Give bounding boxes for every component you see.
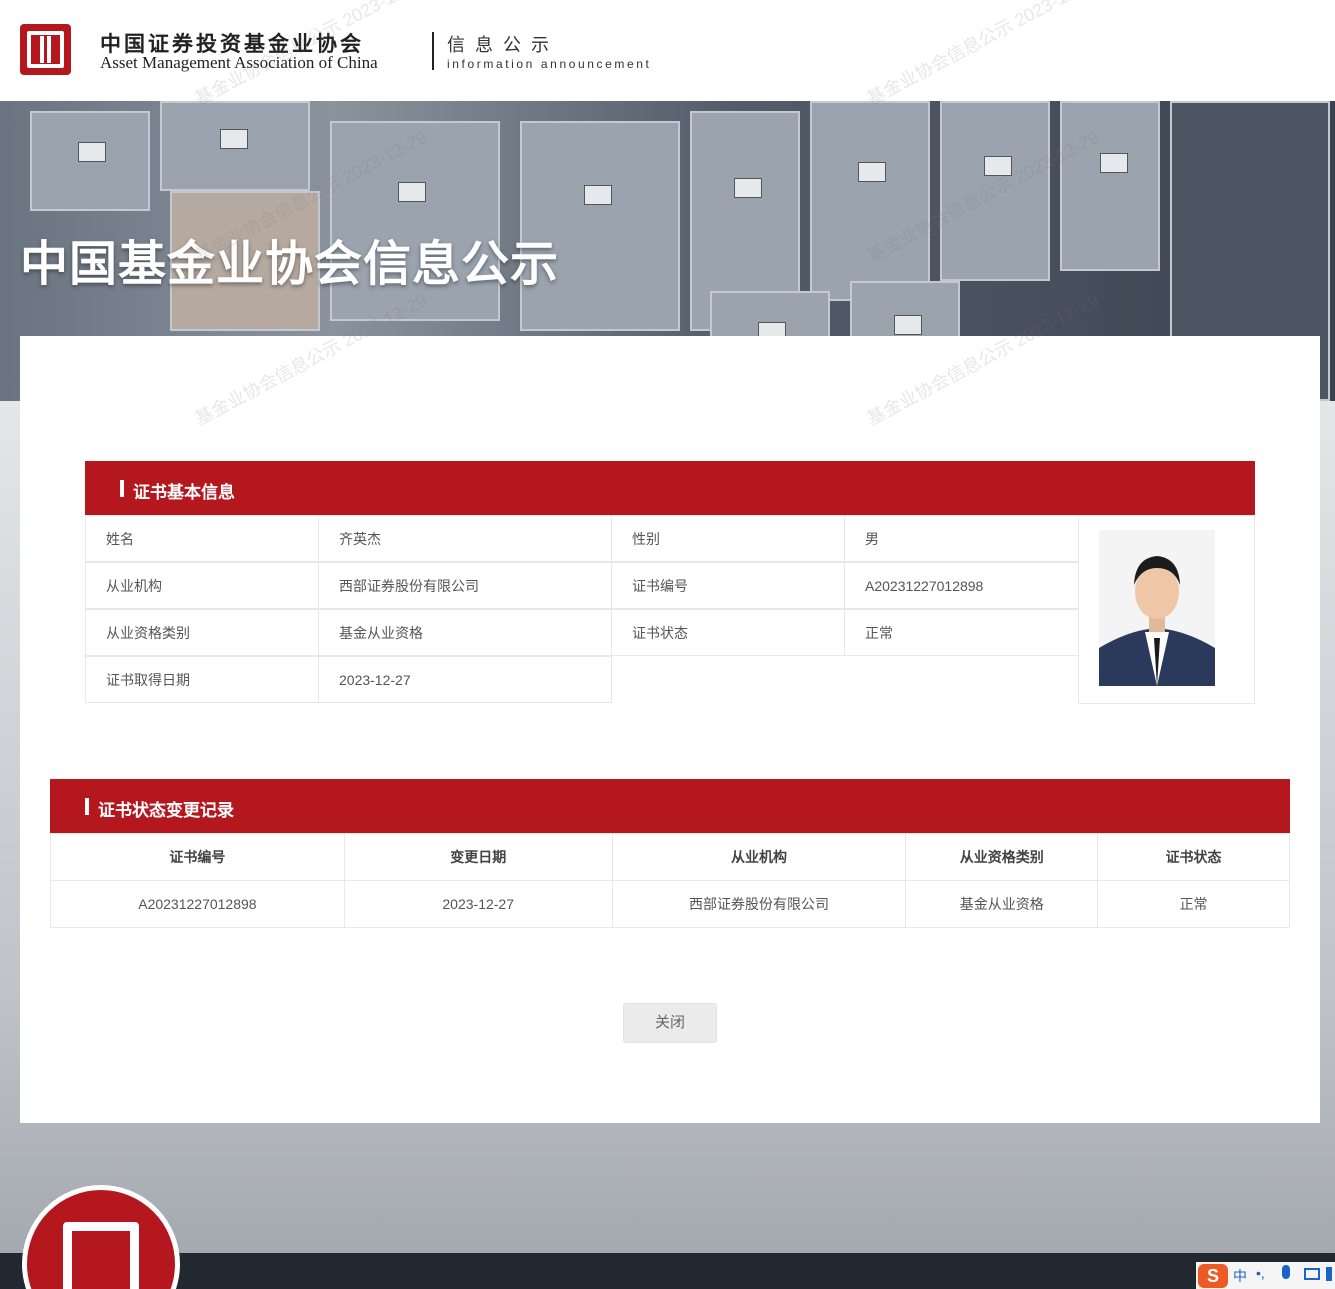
cert-history-header: 证书状态变更记录 xyxy=(50,779,1290,833)
column-header: 变更日期 xyxy=(343,833,613,881)
column-header: 证书状态 xyxy=(1097,833,1290,881)
section-title-cn: 信息公示 xyxy=(447,35,559,55)
value-cert-no: A20231227012898 xyxy=(844,562,1079,609)
sogou-ime-icon[interactable]: S xyxy=(1198,1264,1228,1288)
table-row: A20231227012898 2023-12-27 西部证券股份有限公司 基金… xyxy=(50,880,1290,928)
table-cell: 2023-12-27 xyxy=(343,880,613,928)
label-org: 从业机构 xyxy=(85,562,319,609)
banner-title: 中国基金业协会信息公示 xyxy=(20,238,560,291)
photo-cell xyxy=(1078,515,1255,704)
table-cell: 西部证券股份有限公司 xyxy=(611,880,907,928)
cert-basic-header: 证书基本信息 xyxy=(85,461,1255,515)
microphone-icon[interactable] xyxy=(1282,1265,1290,1279)
table-cell: 正常 xyxy=(1097,880,1290,928)
cabinet-drawer-image xyxy=(940,101,1050,281)
label-cert-no: 证书编号 xyxy=(611,562,845,609)
section-title-en: information announcement xyxy=(447,57,652,71)
ime-toolbar[interactable]: S 中 •, xyxy=(1196,1262,1335,1289)
label-gender: 性别 xyxy=(611,515,845,562)
footer-bar xyxy=(0,1253,1335,1289)
site-header: 中国证券投资基金业协会 Asset Management Association… xyxy=(0,0,1335,101)
value-org: 西部证券股份有限公司 xyxy=(318,562,612,609)
section-marker xyxy=(120,480,124,497)
label-cert-status: 证书状态 xyxy=(611,609,845,656)
label-name: 姓名 xyxy=(85,515,319,562)
section-marker xyxy=(85,798,89,815)
cert-history-table: 证书编号 变更日期 从业机构 从业资格类别 证书状态 A202312270128… xyxy=(50,833,1290,928)
column-header: 证书编号 xyxy=(50,833,345,881)
value-qual-type: 基金从业资格 xyxy=(318,609,612,656)
table-cell: A20231227012898 xyxy=(50,880,345,928)
column-header: 从业机构 xyxy=(611,833,907,881)
cabinet-drawer-image xyxy=(1060,101,1160,271)
org-name-en: Asset Management Association of China xyxy=(100,53,378,72)
cert-history-title: 证书状态变更记录 xyxy=(98,801,234,820)
holder-photo-image xyxy=(1099,530,1215,686)
value-cert-status: 正常 xyxy=(844,609,1079,656)
value-name: 齐英杰 xyxy=(318,515,612,562)
cabinet-drawer-image xyxy=(160,101,310,191)
close-button[interactable]: 关闭 xyxy=(623,1003,717,1043)
value-gender: 男 xyxy=(844,515,1079,562)
cabinet-drawer-image xyxy=(810,101,930,301)
content-card: 证书基本信息 姓名 齐英杰 性别 男 从业机构 西部证券股份有限公司 证书编号 … xyxy=(20,336,1320,1123)
cert-basic-title: 证书基本信息 xyxy=(133,483,235,502)
column-header: 从业资格类别 xyxy=(905,833,1099,881)
ime-mode-label[interactable]: 中 xyxy=(1233,1266,1247,1286)
header-divider xyxy=(432,32,434,70)
more-icon[interactable] xyxy=(1326,1267,1332,1281)
keyboard-icon[interactable] xyxy=(1304,1268,1320,1280)
label-obtain-date: 证书取得日期 xyxy=(85,656,319,703)
table-header-row: 证书编号 变更日期 从业机构 从业资格类别 证书状态 xyxy=(50,833,1290,881)
punctuation-icon[interactable]: •, xyxy=(1256,1265,1265,1281)
cabinet-drawer-image xyxy=(30,111,150,211)
value-obtain-date: 2023-12-27 xyxy=(318,656,612,703)
amac-logo-icon[interactable] xyxy=(20,24,71,75)
cert-basic-table: 姓名 齐英杰 性别 男 从业机构 西部证券股份有限公司 证书编号 A202312… xyxy=(85,515,1255,704)
label-qual-type: 从业资格类别 xyxy=(85,609,319,656)
table-cell: 基金从业资格 xyxy=(905,880,1099,928)
